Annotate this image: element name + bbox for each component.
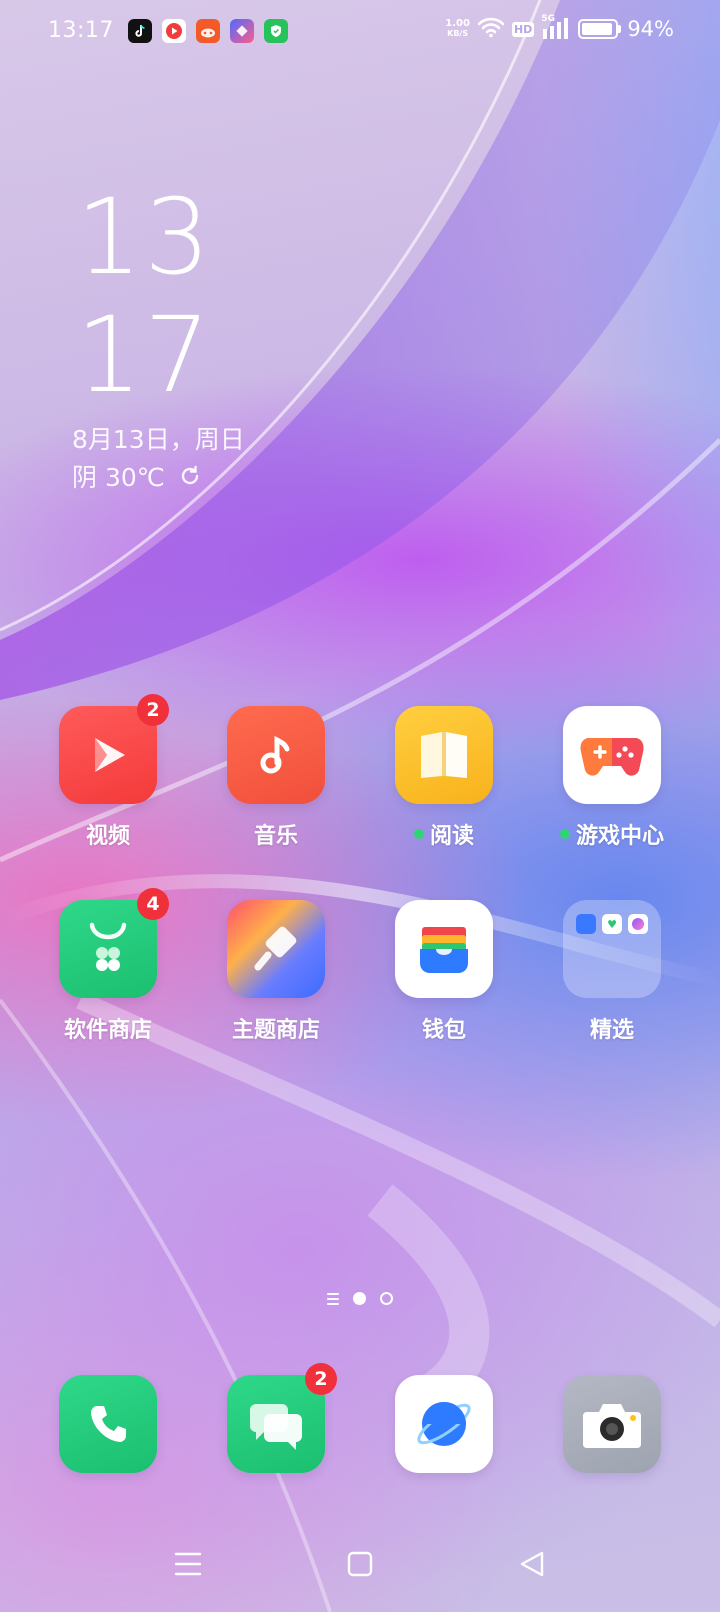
- app-music[interactable]: 音乐: [196, 706, 356, 850]
- new-indicator-dot: [559, 829, 570, 839]
- folder-app-thumb: [576, 914, 596, 934]
- app-label: 主题商店: [231, 1018, 320, 1043]
- clock-minute: 17: [76, 294, 213, 416]
- clock-widget[interactable]: 13 17: [76, 178, 212, 414]
- page-indicator[interactable]: [0, 1292, 720, 1305]
- chat-bubbles-icon: 2: [227, 1363, 337, 1473]
- new-indicator-dot: [413, 829, 424, 839]
- app-label: 音乐: [253, 824, 298, 849]
- battery-icon: [578, 19, 619, 39]
- video-app-icon: [162, 19, 186, 43]
- battery-percent: 94%: [627, 17, 674, 41]
- dock-browser[interactable]: [364, 1375, 524, 1473]
- music-note-icon: [227, 706, 325, 804]
- notification-badge: 2: [137, 694, 169, 726]
- back-icon: [520, 1551, 544, 1577]
- phone-icon: [59, 1375, 157, 1473]
- page-dot-active[interactable]: [353, 1292, 366, 1305]
- gamepad-icon: [563, 706, 661, 804]
- dock-camera[interactable]: [532, 1375, 692, 1473]
- book-icon: [395, 706, 493, 804]
- video-play-icon: 2: [59, 694, 169, 804]
- security-app-icon: [264, 19, 288, 43]
- app-label: 精选: [589, 1018, 634, 1043]
- weather-row[interactable]: 阴 30℃: [72, 458, 201, 494]
- app-label: 钱包: [421, 1018, 466, 1043]
- app-software-store[interactable]: 4 软件商店: [28, 888, 188, 1044]
- wifi-icon: [477, 16, 505, 42]
- camera-icon: [563, 1375, 661, 1473]
- folder-app-thumb: ♥: [602, 914, 622, 934]
- app-video[interactable]: 2 视频: [28, 694, 188, 850]
- menu-icon: [174, 1552, 202, 1576]
- app-label: 阅读: [429, 824, 474, 849]
- battery-indicator: 94%: [578, 17, 674, 41]
- paint-brush-icon: [227, 900, 325, 998]
- tiktok-icon: [128, 19, 152, 43]
- status-right: 1.00 KB/S HD 5G 94%: [445, 14, 674, 42]
- status-bar: 13:17 1.00 KB/S HD 5G 94%: [0, 0, 720, 64]
- app-theme-store[interactable]: 主题商店: [196, 900, 356, 1044]
- network-speed: 1.00 KB/S: [445, 18, 470, 39]
- cellular-signal-icon: 5G: [541, 14, 571, 41]
- folder-app-thumb: [628, 914, 648, 934]
- app-folder-featured[interactable]: ♥ 精选: [532, 900, 692, 1044]
- status-time: 13:17: [48, 18, 114, 43]
- clock-hour: 13: [76, 176, 213, 298]
- date-text: 8月13日，周日: [72, 425, 245, 454]
- notification-icons: [128, 19, 288, 43]
- app-label: 软件商店: [63, 1018, 152, 1043]
- refresh-icon[interactable]: [179, 465, 201, 487]
- app-game-center[interactable]: 游戏中心: [532, 706, 692, 850]
- app-drawer-icon[interactable]: [327, 1292, 339, 1305]
- home-button[interactable]: [340, 1544, 380, 1584]
- game-app-icon: [196, 19, 220, 43]
- planet-icon: [395, 1375, 493, 1473]
- notification-badge: 4: [137, 888, 169, 920]
- dock-phone[interactable]: [28, 1375, 188, 1473]
- shortcut-app-icon: [230, 19, 254, 43]
- app-wallet[interactable]: 钱包: [364, 900, 524, 1044]
- app-reading[interactable]: 阅读: [364, 706, 524, 850]
- page-dot[interactable]: [380, 1292, 393, 1305]
- app-label: 游戏中心: [575, 824, 664, 849]
- notification-badge: 2: [305, 1363, 337, 1395]
- back-button[interactable]: [512, 1544, 552, 1584]
- home-icon: [347, 1551, 373, 1577]
- dock-messages[interactable]: 2: [196, 1363, 356, 1473]
- hd-icon: HD: [511, 21, 535, 37]
- app-store-icon: 4: [59, 888, 169, 998]
- folder-icon: ♥: [563, 900, 661, 998]
- navigation-bar: [0, 1522, 720, 1612]
- wallet-icon: [395, 900, 493, 998]
- weather-text: 阴 30℃: [72, 463, 165, 492]
- menu-button[interactable]: [168, 1544, 208, 1584]
- app-label: 视频: [85, 824, 130, 849]
